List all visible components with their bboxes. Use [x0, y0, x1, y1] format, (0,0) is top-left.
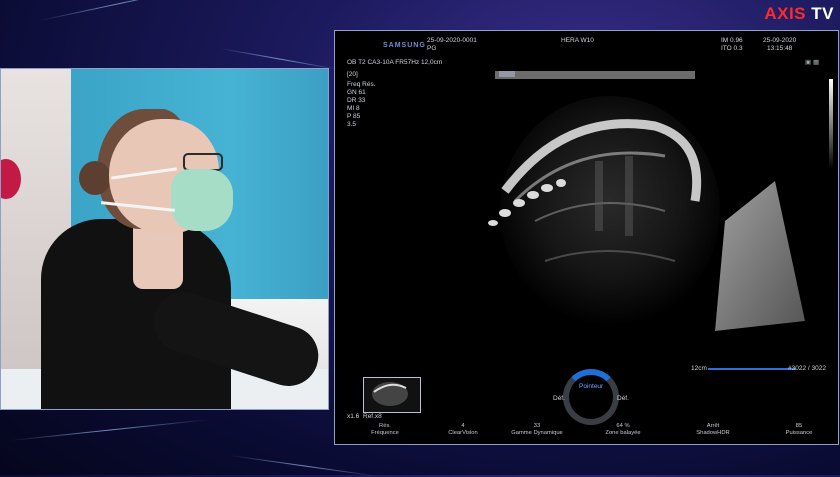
- pointer-dial[interactable]: [563, 369, 619, 425]
- thumbnail-preview[interactable]: [363, 377, 421, 413]
- patient-id: 25-09-2020-0001: [427, 37, 477, 44]
- screen-icons[interactable]: ▣ ▦: [805, 59, 819, 67]
- bottom-control-value: 33: [533, 423, 541, 429]
- dial-right-label: Déf.: [617, 395, 629, 402]
- device-model: HERA W10: [561, 37, 594, 44]
- imaging-parameter: Freq Rés.: [347, 81, 376, 88]
- thumbnail-zoom: x1.6: [347, 413, 360, 420]
- ultrasound-image: [488, 71, 805, 331]
- bottom-control-label: Gamme Dynamique: [511, 430, 563, 436]
- axis-tv-logo: AXIS TV: [764, 4, 834, 23]
- bottom-control-value: 4: [461, 423, 465, 429]
- grayscale-bar: [829, 79, 833, 169]
- bottom-control-label: ShadowHDR: [696, 430, 730, 436]
- cine-frame-count: #3022 / 3022: [788, 365, 826, 372]
- bottom-control-value: Rés.: [379, 423, 391, 429]
- vendor-logo: SAMSUNG: [383, 42, 426, 49]
- bottom-control-value: 64 %: [616, 423, 630, 429]
- imaging-parameter: DR 33: [347, 97, 366, 104]
- depth-label: 12cm: [691, 365, 707, 372]
- surgical-mask: [171, 169, 233, 231]
- index-ito: ITO 0.3: [721, 45, 743, 52]
- background-streak: [9, 419, 209, 441]
- imaging-parameter: GN 61: [347, 89, 366, 96]
- pointer-label: Pointeur: [579, 383, 604, 390]
- bottom-control-value: 85: [795, 423, 803, 429]
- imaging-parameter: P 85: [347, 113, 361, 120]
- person-hair-bun: [79, 161, 111, 195]
- ultrasound-screen: SAMSUNG 25-09-2020-0001 PG HERA W10 IM 0…: [334, 30, 839, 445]
- preset-number: [20]: [347, 71, 358, 78]
- camera-feed-panel: [0, 68, 329, 410]
- index-im: IM 0.96: [721, 37, 743, 44]
- imaging-parameter: MI 8: [347, 105, 360, 112]
- background-streak: [229, 455, 379, 477]
- bottom-control[interactable]: 33 Gamme Dynamique: [507, 423, 567, 437]
- bottom-control-value: Arrêt: [706, 423, 720, 429]
- exam-type: PG: [427, 45, 437, 52]
- bottom-control[interactable]: 4 ClearVision: [433, 423, 493, 437]
- bottom-control[interactable]: 85 Puissance: [769, 423, 829, 437]
- bottom-control[interactable]: 64 % Zone balayée: [593, 423, 653, 437]
- exam-date: 25-09-2020: [763, 37, 797, 44]
- bottom-control-label: ClearVision: [448, 430, 478, 436]
- preset-line: OB T2 CA3-10A FR57Hz 12,0cm: [347, 59, 443, 66]
- bottom-control-label: Zone balayée: [605, 430, 641, 436]
- dial-left-label: Déf.: [553, 395, 565, 402]
- bottom-control[interactable]: Rés. Fréquence: [355, 423, 415, 437]
- background-streak: [39, 0, 197, 21]
- imaging-parameter: 3.5: [347, 121, 357, 128]
- bottom-control-label: Puissance: [785, 430, 813, 436]
- bottom-control-label: Fréquence: [371, 430, 399, 436]
- exam-time: 13:15:48: [767, 45, 793, 52]
- flower-image: [1, 159, 21, 199]
- cine-progress-bar[interactable]: [708, 368, 796, 370]
- bottom-control[interactable]: Arrêt ShadowHDR: [683, 423, 743, 437]
- background-streak: [219, 48, 339, 70]
- thumbnail-ref: Ref.x8: [363, 413, 382, 420]
